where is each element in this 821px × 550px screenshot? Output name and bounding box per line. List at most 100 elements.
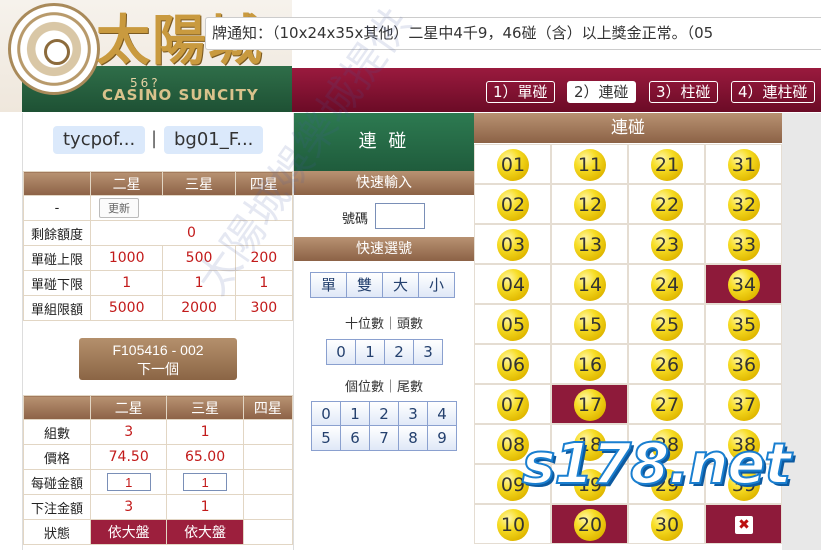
table-cell: 200 xyxy=(234,245,294,271)
number-ball: 07 xyxy=(497,389,529,421)
table-cell: 1 xyxy=(166,494,244,520)
units-button-8[interactable]: 8 xyxy=(398,425,428,451)
row-label: 組數 xyxy=(23,419,91,445)
number-cell[interactable]: 01 xyxy=(474,144,551,184)
amount-input-two-star[interactable] xyxy=(106,473,151,491)
number-cell[interactable]: 02 xyxy=(474,184,551,224)
number-cell[interactable]: 16 xyxy=(551,344,628,384)
small-button[interactable]: 小 xyxy=(418,272,455,298)
big-button[interactable]: 大 xyxy=(382,272,419,298)
number-cell[interactable]: 34 xyxy=(705,264,782,304)
units-button-4[interactable]: 4 xyxy=(427,401,457,427)
next-button[interactable]: F105416 - 002 下一個 xyxy=(79,338,237,380)
number-input[interactable] xyxy=(375,203,425,229)
number-cell[interactable]: 32 xyxy=(705,184,782,224)
number-cell[interactable]: 10 xyxy=(474,504,551,544)
number-cell[interactable]: 17 xyxy=(551,384,628,424)
number-cell[interactable]: 24 xyxy=(628,264,705,304)
column-header xyxy=(23,395,91,420)
number-cell[interactable]: 30 xyxy=(628,504,705,544)
number-cell[interactable]: 28 xyxy=(628,424,705,464)
tens-button-2[interactable]: 2 xyxy=(384,339,414,365)
units-button-2[interactable]: 2 xyxy=(369,401,399,427)
number-ball: 12 xyxy=(574,189,606,221)
tens-button-3[interactable]: 3 xyxy=(413,339,443,365)
clear-cell[interactable]: ✖ xyxy=(705,504,782,544)
tens-button-0[interactable]: 0 xyxy=(326,339,356,365)
status-badge: 依大盤 xyxy=(89,519,168,545)
table-cell: 3 xyxy=(89,494,168,520)
table-cell xyxy=(242,419,294,445)
number-cell[interactable]: 09 xyxy=(474,464,551,504)
table-cell xyxy=(242,519,294,545)
even-button[interactable]: 雙 xyxy=(346,272,383,298)
number-cell[interactable]: 26 xyxy=(628,344,705,384)
number-ball: 19 xyxy=(574,469,606,501)
tens-caption: 十位數｜頭數 xyxy=(344,317,423,332)
number-ball: 37 xyxy=(728,389,760,421)
close-icon[interactable]: ✖ xyxy=(735,516,753,534)
number-cell[interactable]: 25 xyxy=(628,304,705,344)
number-cell[interactable]: 07 xyxy=(474,384,551,424)
number-cell[interactable]: 21 xyxy=(628,144,705,184)
status-badge: 依大盤 xyxy=(166,519,244,545)
number-cell[interactable]: 22 xyxy=(628,184,705,224)
number-cell[interactable]: 14 xyxy=(551,264,628,304)
number-cell[interactable]: 33 xyxy=(705,224,782,264)
number-cell[interactable]: 35 xyxy=(705,304,782,344)
number-cell[interactable]: 38 xyxy=(705,424,782,464)
number-cell[interactable]: 23 xyxy=(628,224,705,264)
table-row: 狀態 依大盤 依大盤 xyxy=(23,519,294,545)
number-ball: 22 xyxy=(651,189,683,221)
game-type-bar: 1）單碰 2）連碰 3）柱碰 4）連柱碰 xyxy=(292,68,821,112)
table-row: 價格 74.50 65.00 xyxy=(23,444,294,470)
number-cell[interactable]: 11 xyxy=(551,144,628,184)
units-button-5[interactable]: 5 xyxy=(311,425,341,451)
column-header xyxy=(23,171,91,196)
tens-button-1[interactable]: 1 xyxy=(355,339,385,365)
column-header: 二星 xyxy=(89,395,168,420)
units-button-9[interactable]: 9 xyxy=(427,425,457,451)
tab-single[interactable]: 1）單碰 xyxy=(486,81,555,103)
row-label: 剩餘額度 xyxy=(23,220,91,246)
account-name[interactable]: tycpof... xyxy=(53,126,146,154)
number-cell[interactable]: 13 xyxy=(551,224,628,264)
number-cell[interactable]: 20 xyxy=(551,504,628,544)
units-button-0[interactable]: 0 xyxy=(311,401,341,427)
number-cell[interactable]: 04 xyxy=(474,264,551,304)
number-cell[interactable]: 37 xyxy=(705,384,782,424)
refresh-button[interactable]: 更新 xyxy=(99,198,139,218)
number-cell[interactable]: 31 xyxy=(705,144,782,184)
table-cell xyxy=(242,444,294,470)
table-cell: 65.00 xyxy=(166,444,244,470)
table-cell: 3 xyxy=(89,419,168,445)
next-button-label: 下一個 xyxy=(137,361,179,377)
account-code[interactable]: bg01_F... xyxy=(164,126,264,154)
units-button-6[interactable]: 6 xyxy=(340,425,370,451)
number-cell[interactable]: 36 xyxy=(705,344,782,384)
units-button-1[interactable]: 1 xyxy=(340,401,370,427)
number-cell[interactable]: 27 xyxy=(628,384,705,424)
table-cell: 74.50 xyxy=(89,444,168,470)
number-cell[interactable]: 08 xyxy=(474,424,551,464)
number-cell[interactable]: 29 xyxy=(628,464,705,504)
number-cell[interactable]: 06 xyxy=(474,344,551,384)
number-cell[interactable]: 15 xyxy=(551,304,628,344)
number-cell[interactable]: 12 xyxy=(551,184,628,224)
amount-input-three-star[interactable] xyxy=(183,473,228,491)
number-ball: 13 xyxy=(574,229,606,261)
table-cell: 1 xyxy=(234,270,294,296)
units-button-3[interactable]: 3 xyxy=(398,401,428,427)
table-row: 剩餘額度 0 xyxy=(23,220,293,246)
number-cell[interactable]: 19 xyxy=(551,464,628,504)
tab-pillar[interactable]: 3）柱碰 xyxy=(649,81,718,103)
number-cell[interactable]: 05 xyxy=(474,304,551,344)
table-cell xyxy=(242,469,294,495)
number-cell[interactable]: 39 xyxy=(705,464,782,504)
number-cell[interactable]: 18 xyxy=(551,424,628,464)
number-cell[interactable]: 03 xyxy=(474,224,551,264)
odd-button[interactable]: 單 xyxy=(310,272,347,298)
units-button-7[interactable]: 7 xyxy=(369,425,399,451)
tab-consecutive[interactable]: 2）連碰 xyxy=(567,81,636,103)
tab-consecutive-pillar[interactable]: 4）連柱碰 xyxy=(731,81,815,103)
